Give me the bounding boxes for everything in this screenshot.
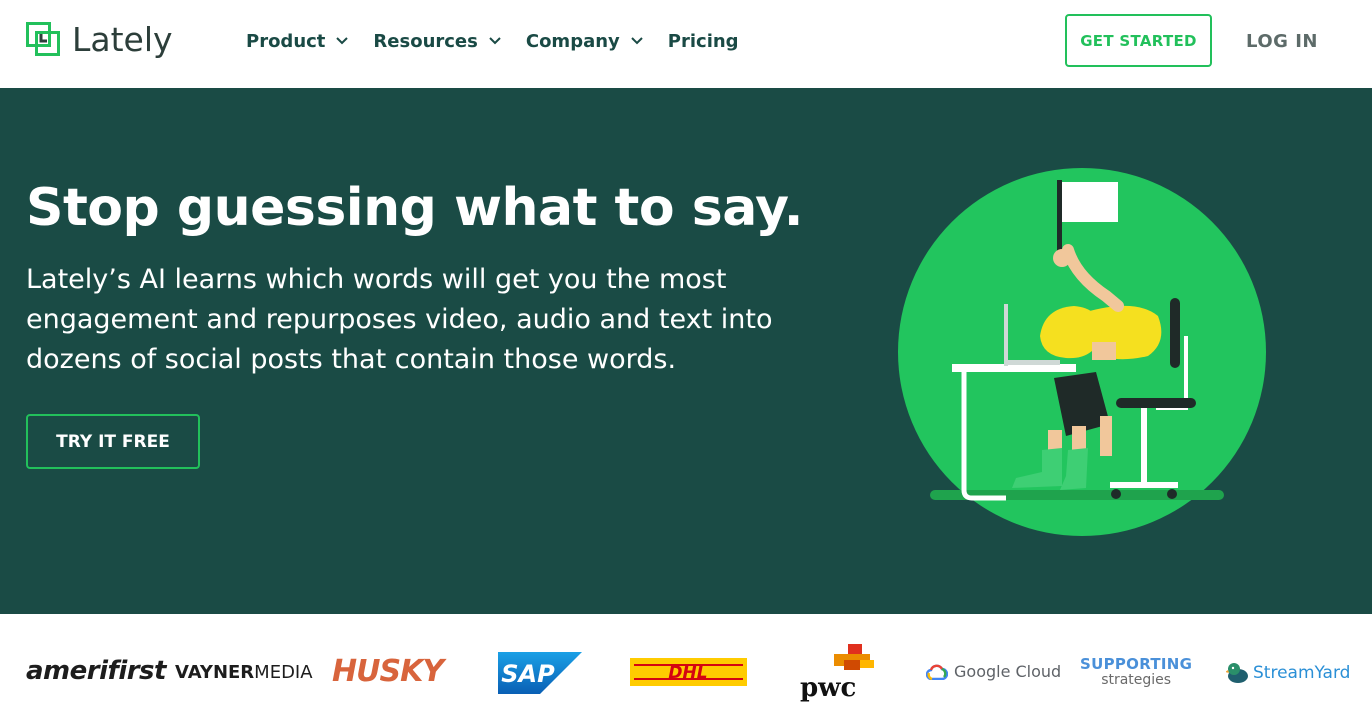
illustration-desk-top	[952, 364, 1076, 372]
pwc-logo: pwc	[800, 644, 874, 702]
vaynermedia-logo: VAYNERMEDIA	[175, 662, 313, 683]
try-it-free-button[interactable]: TRY IT FREE	[26, 414, 200, 469]
get-started-button[interactable]: GET STARTED	[1065, 14, 1212, 67]
sap-logo: SAP	[498, 652, 582, 694]
amerifirst-logo: amerifirst	[26, 656, 166, 686]
chevron-down-icon	[489, 37, 501, 45]
illustration-flag	[1062, 182, 1118, 222]
hero-title: Stop guessing what to say.	[26, 178, 804, 238]
dhl-text: DHL	[668, 663, 707, 683]
lately-logo-icon	[26, 22, 60, 56]
nav-resources[interactable]: Resources	[373, 28, 501, 54]
strategies-text: strategies	[1101, 672, 1172, 688]
streamyard-logo: StreamYard	[1226, 662, 1350, 684]
illustration-chair-back	[1170, 298, 1180, 368]
lately-logo[interactable]: Lately	[26, 20, 173, 60]
dhl-logo: DHL	[630, 658, 747, 686]
logo-wordmark: Lately	[72, 20, 173, 59]
husky-logo: HUSKY	[332, 654, 444, 689]
nav-company-label: Company	[525, 30, 620, 52]
illustration-chair-seat	[1116, 398, 1196, 408]
illustration-laptop	[1004, 304, 1008, 366]
google-cloud-icon	[926, 664, 948, 680]
vayner-text: VAYNER	[175, 662, 255, 683]
streamyard-text: StreamYard	[1253, 663, 1351, 683]
media-text: MEDIA	[254, 662, 313, 683]
sap-text: SAP	[501, 660, 555, 688]
google-cloud-text: Google Cloud	[954, 662, 1062, 681]
streamyard-duck-icon	[1226, 663, 1248, 683]
top-header: Lately Product Resources Company Pricing…	[0, 0, 1372, 88]
chevron-down-icon	[336, 37, 349, 45]
client-logos-strip: amerifirst VAYNERMEDIA HUSKY SAP DHL pwc…	[0, 614, 1372, 718]
log-in-button[interactable]: LOG IN	[1232, 26, 1332, 56]
hero-illustration	[898, 168, 1266, 536]
supporting-strategies-logo: SUPPORTING strategies	[1080, 656, 1192, 688]
main-nav: Product Resources Company Pricing	[246, 28, 763, 54]
google-cloud-logo: Google Cloud	[926, 662, 1061, 681]
nav-product-label: Product	[246, 30, 326, 52]
chevron-down-icon	[631, 37, 643, 45]
hero-section: Stop guessing what to say. Lately’s AI l…	[0, 88, 1372, 614]
nav-company[interactable]: Company	[526, 28, 644, 54]
supporting-text: SUPPORTING	[1080, 655, 1193, 673]
pwc-text: pwc	[800, 673, 856, 702]
nav-product[interactable]: Product	[246, 28, 349, 54]
nav-resources-label: Resources	[373, 30, 478, 52]
hero-subtitle: Lately’s AI learns which words will get …	[26, 264, 773, 375]
nav-pricing-label: Pricing	[667, 30, 739, 52]
nav-pricing[interactable]: Pricing	[668, 28, 739, 54]
